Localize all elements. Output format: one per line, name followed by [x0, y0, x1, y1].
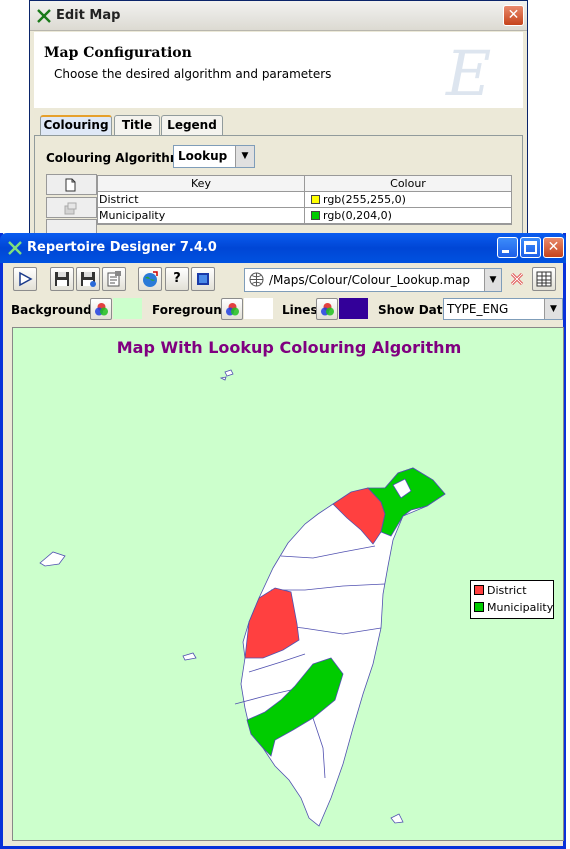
colour-swatch — [311, 195, 320, 204]
table-icon — [536, 271, 552, 287]
close-map-button[interactable] — [505, 267, 529, 291]
minimize-icon — [502, 250, 509, 253]
save-button[interactable] — [50, 267, 74, 291]
wizard-header-subtitle: Choose the desired algorithm and paramet… — [54, 67, 332, 81]
table-header: Key Colour — [98, 176, 511, 192]
algorithm-label: Colouring Algorithm: — [46, 151, 188, 165]
legend-item: Municipality — [474, 601, 553, 617]
watermark-logo: E — [446, 37, 492, 110]
colour-swatch — [311, 211, 320, 220]
table-view-button[interactable] — [532, 267, 556, 291]
row-key[interactable]: Municipality — [98, 208, 305, 223]
designer-title: Repertoire Designer 7.4.0 — [27, 240, 217, 255]
tab-title[interactable]: Title — [114, 115, 160, 135]
rgb-color-icon — [95, 303, 108, 316]
column-header-colour[interactable]: Colour — [305, 176, 511, 191]
row-colour: rgb(0,204,0) — [323, 209, 392, 222]
edit-map-title: Edit Map — [56, 8, 121, 23]
export-image-button[interactable] — [191, 267, 215, 291]
play-icon — [19, 271, 33, 287]
table-row[interactable]: District rgb(255,255,0) — [98, 192, 511, 208]
main-toolbar: ? /Maps/Colour/Colour_Lookup.map ▼ — [11, 265, 563, 294]
row-key[interactable]: District — [98, 192, 305, 207]
maximize-button[interactable] — [520, 237, 541, 258]
lookup-table: Key Colour District rgb(255,255,0) Munic… — [46, 174, 512, 241]
properties-icon — [107, 271, 121, 287]
designer-titlebar[interactable]: Repertoire Designer 7.4.0 ✕ — [0, 233, 566, 263]
wizard-header-title: Map Configuration — [44, 45, 192, 61]
edit-map-titlebar[interactable]: Edit Map ✕ — [30, 1, 527, 31]
globe-icon — [249, 272, 264, 287]
foreground-color-button[interactable] — [221, 298, 243, 320]
close-x-icon — [510, 272, 524, 286]
background-color-preview — [113, 298, 142, 319]
map-island[interactable] — [182, 652, 197, 661]
lookup-grid: Key Colour District rgb(255,255,0) Munic… — [97, 175, 512, 225]
algorithm-select[interactable]: Lookup ▼ — [173, 145, 255, 168]
run-button[interactable] — [13, 267, 37, 291]
foreground-color-preview — [244, 298, 273, 319]
help-button[interactable]: ? — [165, 267, 189, 291]
chevron-down-icon[interactable]: ▼ — [484, 269, 501, 291]
minimize-button[interactable] — [497, 237, 518, 258]
add-row-button[interactable] — [46, 174, 97, 195]
chevron-down-icon[interactable]: ▼ — [544, 299, 562, 319]
map-island[interactable] — [219, 376, 227, 381]
edit-map-close-button[interactable]: ✕ — [503, 5, 524, 26]
floppy-saveas-icon — [81, 272, 96, 287]
column-header-key[interactable]: Key — [98, 176, 305, 191]
legend-swatch — [474, 602, 484, 612]
tab-colouring[interactable]: Colouring — [40, 115, 112, 135]
map-island[interactable] — [39, 551, 66, 567]
edit-map-window: Edit Map ✕ Map Configuration Choose the … — [29, 0, 528, 241]
new-document-icon — [65, 178, 76, 192]
image-icon — [197, 273, 209, 285]
properties-button[interactable] — [102, 267, 126, 291]
legend-swatch — [474, 585, 484, 595]
background-label: Background: — [11, 303, 97, 317]
background-color-button[interactable] — [90, 298, 112, 320]
map-island[interactable] — [224, 369, 234, 377]
map-properties-bar: Background: Foreground: Lines: Show Data… — [11, 297, 563, 323]
show-data-value: TYPE_ENG — [447, 302, 509, 316]
show-data-select[interactable]: TYPE_ENG ▼ — [443, 298, 563, 320]
map-legend[interactable]: District Municipality — [470, 580, 554, 619]
edit-row-icon — [64, 202, 77, 215]
save-as-button[interactable] — [76, 267, 100, 291]
floppy-icon — [55, 272, 69, 286]
table-row[interactable]: Municipality rgb(0,204,0) — [98, 208, 511, 224]
legend-item: District — [474, 584, 527, 600]
map-island[interactable] — [390, 813, 404, 824]
chevron-down-icon[interactable]: ▼ — [235, 146, 254, 167]
maximize-icon — [524, 241, 537, 254]
row-colour-cell[interactable]: rgb(255,255,0) — [305, 192, 511, 207]
rgb-color-icon — [321, 303, 334, 316]
map-canvas[interactable]: Map With Lookup Colouring Algorithm Dist… — [12, 327, 564, 841]
map-path-select[interactable]: /Maps/Colour/Colour_Lookup.map ▼ — [244, 268, 502, 292]
legend-label: Municipality — [487, 601, 554, 614]
colouring-panel: Colouring Algorithm: Lookup ▼ Key Colour… — [34, 135, 523, 241]
web-button[interactable] — [138, 267, 162, 291]
app-logo-icon — [37, 9, 51, 23]
wizard-header: Map Configuration Choose the desired alg… — [34, 32, 523, 110]
row-colour: rgb(255,255,0) — [323, 193, 406, 206]
app-logo-icon — [8, 241, 22, 255]
designer-close-button[interactable]: ✕ — [543, 237, 564, 258]
globe-icon — [143, 271, 158, 287]
row-colour-cell[interactable]: rgb(0,204,0) — [305, 208, 511, 223]
map-path-value: /Maps/Colour/Colour_Lookup.map — [269, 273, 471, 287]
lines-color-preview — [339, 298, 368, 319]
rgb-color-icon — [226, 303, 239, 316]
edit-row-button[interactable] — [46, 197, 97, 218]
legend-label: District — [487, 584, 527, 597]
lines-color-button[interactable] — [316, 298, 338, 320]
algorithm-value: Lookup — [178, 149, 228, 163]
tab-legend[interactable]: Legend — [161, 115, 223, 135]
